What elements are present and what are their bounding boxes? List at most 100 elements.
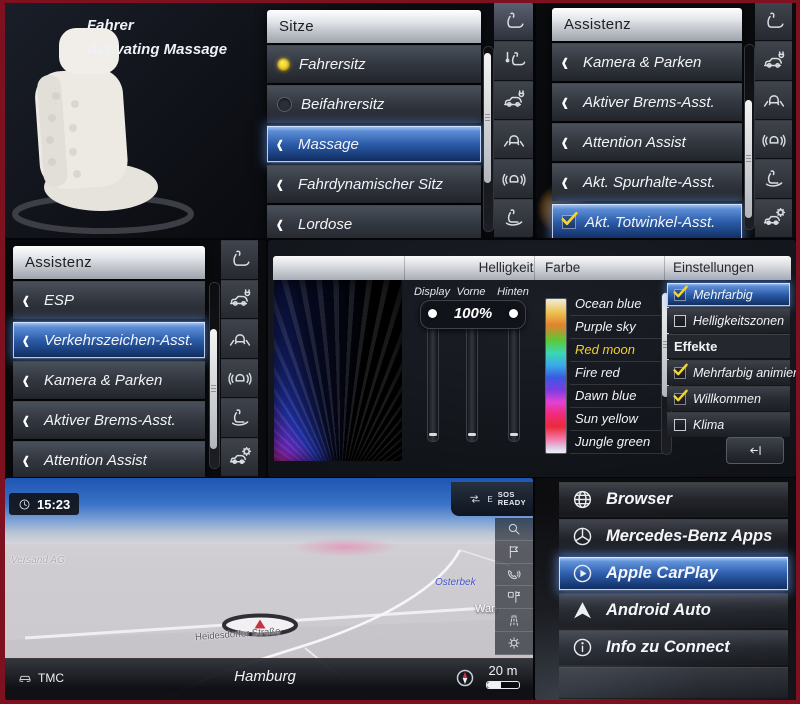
- menu-item-massage[interactable]: Massage: [267, 125, 481, 163]
- color-gradient-bar[interactable]: [545, 298, 567, 454]
- check-icon: [672, 387, 689, 404]
- sidebar-item-alarm[interactable]: [221, 359, 258, 399]
- menu-item-spurhalte-asst[interactable]: Akt. Spurhalte-Asst.: [552, 163, 742, 201]
- sidebar-item-vehicle-settings[interactable]: [221, 438, 258, 478]
- scrollbar[interactable]: [744, 44, 755, 230]
- slider-thumb[interactable]: [509, 309, 518, 318]
- menu-item-kamera-parken[interactable]: Kamera & Parken: [13, 361, 205, 399]
- menu-item-fahrersitz[interactable]: Fahrersitz: [267, 45, 481, 83]
- menu-item-aktiver-brems-asst[interactable]: Aktiver Brems-Asst.: [13, 401, 205, 439]
- color-option-ocean-blue[interactable]: Ocean blue: [570, 292, 665, 316]
- scrollbar[interactable]: [483, 46, 494, 232]
- sidebar-item-comfort[interactable]: [494, 199, 533, 238]
- menu-item-apple-carplay[interactable]: Apple CarPlay: [559, 556, 788, 591]
- panel-assist-mid: Assistenz ESP Verkehrszeichen-Asst. Kame…: [5, 240, 266, 477]
- sidebar-item-comfort[interactable]: [755, 159, 792, 198]
- map-status-bar: TMC Hamburg 20 m: [5, 658, 533, 701]
- color-option-red-moon[interactable]: Red moon: [570, 338, 665, 362]
- menu-item-attention-assist[interactable]: Attention Assist: [13, 441, 205, 477]
- menu-item-info-zu-connect[interactable]: Info zu Connect: [559, 630, 788, 665]
- color-option-jungle-green[interactable]: Jungle green: [570, 430, 665, 454]
- sidebar-item-seat[interactable]: [494, 2, 533, 41]
- scrollbar-thumb[interactable]: [745, 100, 752, 218]
- color-option-purple-sky[interactable]: Purple sky: [570, 315, 665, 339]
- toolbar-zoom[interactable]: [495, 518, 533, 541]
- chevron-left-icon: [561, 168, 574, 197]
- back-button[interactable]: [726, 437, 784, 464]
- sidebar-item-charging[interactable]: [755, 41, 792, 80]
- clock-badge: 15:23: [9, 493, 79, 515]
- color-option-fire-red[interactable]: Fire red: [570, 361, 665, 385]
- scrollbar-thumb[interactable]: [210, 329, 217, 449]
- menu-item-mercedes-benz-apps[interactable]: Mercedes-Benz Apps: [559, 519, 788, 554]
- seat-status-line2: Activating Massage: [87, 38, 227, 62]
- panel-ambient-light: Helligkeit Farbe Einstellungen Display V…: [268, 240, 796, 477]
- setting-label: Mehrfarbig: [693, 288, 753, 302]
- menu-item-fahrdynamischer-sitz[interactable]: Fahrdynamischer Sitz: [267, 165, 481, 203]
- menu-item-beifahrersitz[interactable]: Beifahrersitz: [267, 85, 481, 123]
- sidebar-item-seat[interactable]: [221, 240, 258, 280]
- sitze-menu: Sitze Fahrersitz Beifahrersitz Massage F…: [267, 10, 481, 238]
- menu-item-attention-assist[interactable]: Attention Assist: [552, 123, 742, 161]
- scrollbar[interactable]: [209, 282, 220, 469]
- sidebar-item-assist[interactable]: [221, 319, 258, 359]
- toolbar-announcements[interactable]: [495, 564, 533, 587]
- menu-item-totwinkel-asst[interactable]: Akt. Totwinkel-Asst.: [552, 203, 742, 238]
- menu-item-esp[interactable]: ESP: [13, 281, 205, 319]
- menu-item-kamera-parken[interactable]: Kamera & Parken: [552, 43, 742, 81]
- menu-item-aktiver-brems-asst[interactable]: Aktiver Brems-Asst.: [552, 83, 742, 121]
- rear-brightness-slider[interactable]: [508, 310, 520, 442]
- sidebar-item-vehicle-settings[interactable]: [755, 199, 792, 238]
- sidebar-item-charging[interactable]: [494, 81, 533, 120]
- setting-mehrfarbig[interactable]: Mehrfarbig: [667, 282, 790, 307]
- magnifier-icon: [506, 521, 522, 537]
- menu-item-label: Attention Assist: [583, 134, 686, 151]
- sidebar-item-seat[interactable]: [755, 2, 792, 41]
- checkbox-box: [674, 419, 686, 431]
- menu-item-browser[interactable]: Browser: [559, 482, 788, 517]
- menu-item-label: Apple CarPlay: [606, 564, 718, 583]
- menu-item-label: Fahrdynamischer Sitz: [298, 176, 443, 193]
- toolbar-route-info[interactable]: [495, 586, 533, 609]
- sidebar-item-seat-climate[interactable]: [494, 41, 533, 80]
- traffic-car-icon: [17, 670, 33, 686]
- sidebar-item-assist[interactable]: [755, 81, 792, 120]
- toolbar-lane-guidance[interactable]: [495, 609, 533, 632]
- clock-icon: [18, 498, 31, 511]
- menu-item-lordose[interactable]: Lordose: [267, 205, 481, 238]
- checkbox-checked-icon: [674, 393, 686, 405]
- sidebar-item-alarm[interactable]: [755, 120, 792, 159]
- toolbar-destination[interactable]: [495, 541, 533, 564]
- front-brightness-slider[interactable]: [466, 310, 478, 442]
- sidebar-item-alarm[interactable]: [494, 159, 533, 198]
- map-label-area: Versand AG: [11, 555, 65, 566]
- car-distance-assist-icon: [228, 327, 252, 351]
- phone-volume-icon: [506, 567, 522, 583]
- compass-icon[interactable]: [455, 668, 475, 688]
- display-brightness-slider[interactable]: [427, 310, 439, 442]
- header-divider: [664, 256, 665, 280]
- setting-klima[interactable]: Klima: [667, 412, 790, 437]
- color-option-sun-yellow[interactable]: Sun yellow: [570, 407, 665, 431]
- chevron-left-icon: [276, 210, 289, 238]
- menu-item-label: Beifahrersitz: [301, 96, 384, 113]
- setting-helligkeitszonen[interactable]: Helligkeitszonen: [667, 308, 790, 333]
- menu-item-android-auto[interactable]: Android Auto: [559, 593, 788, 628]
- seat-comfort-icon: [762, 167, 786, 191]
- toolbar-map-settings[interactable]: [495, 632, 533, 655]
- car-settings-icon: [228, 445, 252, 469]
- color-option-dawn-blue[interactable]: Dawn blue: [570, 384, 665, 408]
- sidebar-item-assist[interactable]: [494, 120, 533, 159]
- slider-thumb[interactable]: [428, 309, 437, 318]
- menu-item-verkehrszeichen-asst[interactable]: Verkehrszeichen-Asst.: [13, 321, 205, 359]
- setting-mehrfarbig-animiert[interactable]: Mehrfarbig animiert: [667, 360, 790, 385]
- section-title-color: Farbe: [545, 256, 580, 280]
- sidebar-item-charging[interactable]: [221, 280, 258, 320]
- android-auto-icon: [571, 599, 594, 622]
- chevron-left-icon: [22, 406, 35, 435]
- radio-off-icon: [277, 97, 292, 112]
- chevron-left-icon: [22, 286, 35, 315]
- sidebar-item-comfort[interactable]: [221, 398, 258, 438]
- setting-willkommen[interactable]: Willkommen: [667, 386, 790, 411]
- scrollbar-thumb[interactable]: [484, 53, 491, 183]
